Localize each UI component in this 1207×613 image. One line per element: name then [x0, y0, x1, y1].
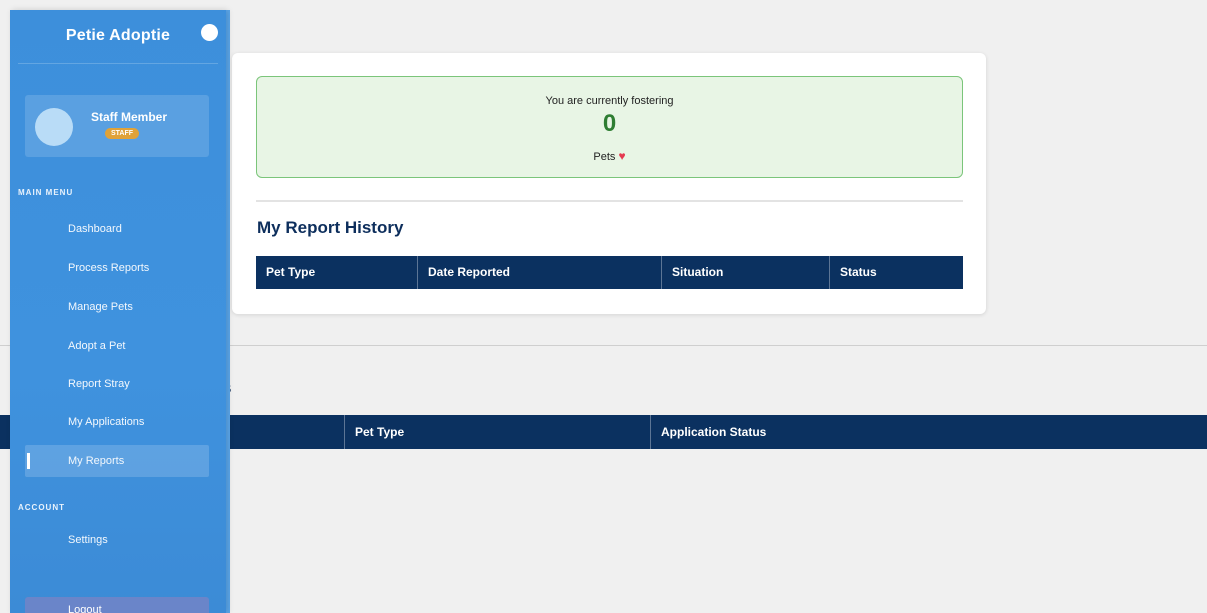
- sidebar-item-label: Adopt a Pet: [68, 340, 126, 352]
- user-profile: Staff Member STAFF: [25, 95, 209, 157]
- sidebar-item-my-applications[interactable]: My Applications: [25, 406, 209, 438]
- role-badge: STAFF: [105, 128, 140, 139]
- fostering-count: 0: [602, 110, 617, 137]
- fostering-unit-label: Pets: [593, 151, 616, 163]
- heart-icon: ♥: [618, 149, 626, 163]
- sidebar-item-manage-pets[interactable]: Manage Pets: [25, 291, 209, 323]
- fostering-unit: Pets ♥: [257, 149, 962, 163]
- account-label: ACCOUNT: [18, 503, 65, 512]
- sidebar-item-label: Dashboard: [68, 223, 122, 235]
- logout-button[interactable]: Logout: [25, 597, 209, 613]
- sidebar-toggle-button[interactable]: [201, 24, 218, 41]
- fostering-text: You are currently fostering: [545, 95, 674, 107]
- report-history-title: My Report History: [257, 218, 404, 237]
- brand-divider: [18, 63, 218, 64]
- column-header-pet-type[interactable]: Pet Type: [256, 256, 315, 289]
- column-header-pet-type[interactable]: Pet Type: [345, 415, 404, 449]
- sidebar-item-report-stray[interactable]: Report Stray: [25, 368, 209, 400]
- column-header-application-status[interactable]: Application Status: [651, 415, 766, 449]
- sidebar-item-my-reports[interactable]: My Reports: [25, 445, 209, 477]
- column-header-status[interactable]: Status: [830, 256, 877, 289]
- sidebar-item-settings[interactable]: Settings: [25, 524, 209, 556]
- sidebar-item-label: Manage Pets: [68, 301, 133, 313]
- sidebar-item-process-reports[interactable]: Process Reports: [25, 252, 209, 284]
- sidebar-item-label: My Reports: [68, 455, 125, 467]
- sidebar-item-adopt-a-pet[interactable]: Adopt a Pet: [25, 330, 209, 362]
- card-divider: [256, 200, 963, 202]
- sidebar-edge: [226, 10, 230, 613]
- foster-card: You are currently fostering 0 Pets ♥ My …: [232, 53, 986, 314]
- column-header-date-reported[interactable]: Date Reported: [418, 256, 510, 289]
- active-indicator: [27, 453, 30, 469]
- sidebar-item-label: Report Stray: [68, 378, 130, 390]
- sidebar-item-label: Settings: [68, 534, 108, 546]
- column-header-situation[interactable]: Situation: [662, 256, 723, 289]
- sidebar-item-label: My Applications: [68, 416, 145, 428]
- fostering-summary: You are currently fostering 0 Pets ♥: [256, 76, 963, 178]
- sidebar: Petie Adoptie Staff Member STAFF MAIN ME…: [10, 10, 226, 613]
- user-name: Staff Member: [91, 110, 168, 124]
- brand-title[interactable]: Petie Adoptie: [10, 27, 226, 45]
- report-history-table-header: Pet Type Date Reported Situation Status: [256, 256, 963, 289]
- sidebar-item-label: Process Reports: [68, 262, 150, 274]
- main-menu-label: MAIN MENU: [18, 188, 74, 197]
- avatar: [35, 108, 73, 146]
- sidebar-item-dashboard[interactable]: Dashboard: [25, 213, 209, 245]
